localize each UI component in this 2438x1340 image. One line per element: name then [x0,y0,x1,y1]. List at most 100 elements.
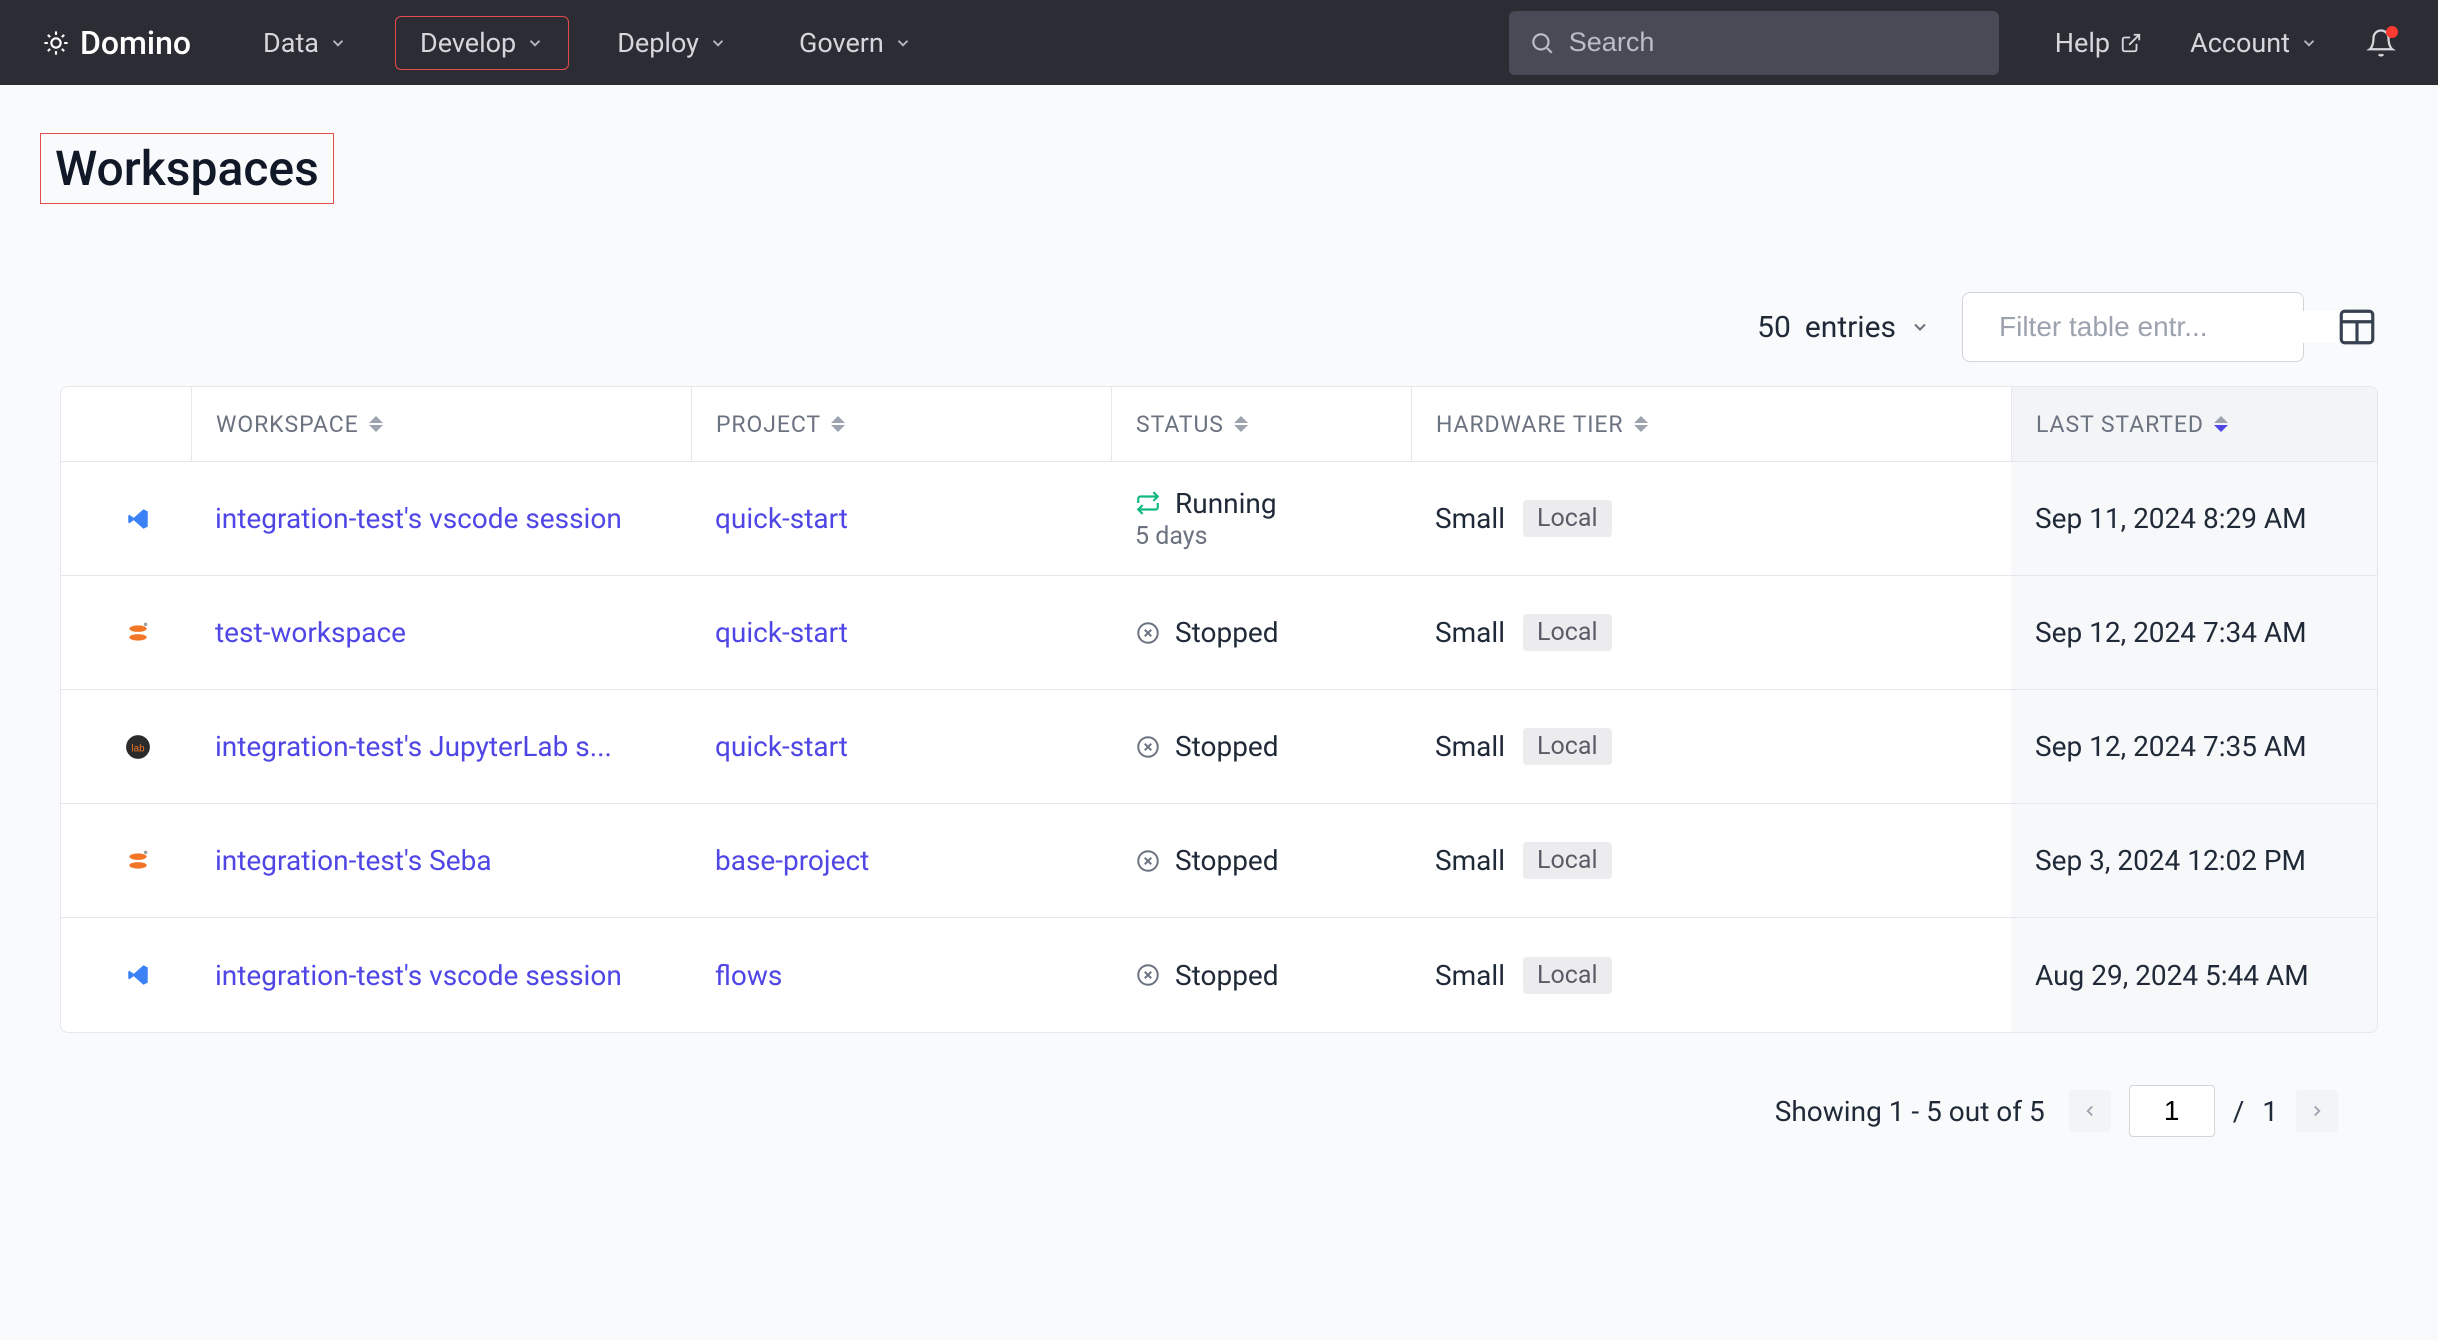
table-body: integration-test's vscode session quick-… [61,462,2377,1032]
help-link[interactable]: Help [2055,27,2142,59]
nav-item-label: Data [263,27,319,59]
th-last-started[interactable]: LAST STARTED [2011,387,2377,461]
th-label: PROJECT [716,411,821,438]
table-controls: 50 entries [40,292,2398,362]
account-link[interactable]: Account [2190,27,2318,59]
account-label: Account [2190,27,2290,59]
notifications-button[interactable] [2366,28,2396,58]
chevron-down-icon [709,34,727,52]
sort-icon [1234,416,1248,432]
brand[interactable]: Domino [42,24,191,62]
status-cell: Stopped [1111,918,1411,1032]
table-row: test-workspace quick-start Stopped Small… [61,576,2377,690]
nav-item-deploy[interactable]: Deploy [593,16,751,70]
workspace-cell: integration-test's vscode session [191,959,691,992]
page-sep: / [2233,1095,2245,1128]
help-label: Help [2055,27,2110,59]
workspace-link[interactable]: integration-test's JupyterLab s... [215,730,612,763]
status-text: Stopped [1175,730,1279,763]
th-project[interactable]: PROJECT [691,387,1111,461]
th-label: LAST STARTED [2036,411,2204,438]
hardware-tag: Local [1523,842,1612,879]
project-link[interactable]: quick-start [715,730,848,763]
entries-count: 50 [1757,310,1791,345]
top-navbar: Domino Data Develop Deploy Govern Help [0,0,2438,85]
workspace-type-icon [125,848,151,874]
stopped-icon [1135,848,1161,874]
status-text: Stopped [1175,844,1279,877]
stopped-icon [1135,620,1161,646]
layout-toggle[interactable] [2336,306,2378,348]
last-started-cell: Sep 11, 2024 8:29 AM [2011,462,2377,575]
chevron-down-icon [2300,34,2318,52]
nav-item-develop[interactable]: Develop [395,16,569,70]
row-icon-cell [61,462,191,575]
project-link[interactable]: quick-start [715,502,848,535]
filter-input[interactable] [1999,311,2360,343]
table-footer: Showing 1 - 5 out of 5 / 1 [40,1085,2398,1137]
running-icon [1135,490,1161,516]
entries-label: entries [1805,310,1896,345]
search-wrap [1509,11,1999,75]
status-cell: Stopped [1111,576,1411,689]
page-title: Workspaces [40,133,334,204]
search-box[interactable] [1509,11,1999,75]
hardware-tier: Small [1435,730,1505,763]
project-link[interactable]: flows [715,959,782,992]
hardware-cell: Small Local [1411,957,2011,994]
workspace-type-icon [125,620,151,646]
row-icon-cell [61,804,191,917]
main-content: Workspaces 50 entries WORKSPACE PROJECT [0,85,2438,1185]
status-cell: Stopped [1111,690,1411,803]
last-started-text: Sep 11, 2024 8:29 AM [2035,502,2307,535]
last-started-cell: Aug 29, 2024 5:44 AM [2011,918,2377,1032]
hardware-tier: Small [1435,502,1505,535]
search-input[interactable] [1569,27,1979,58]
nav-item-label: Govern [799,27,884,59]
th-status[interactable]: STATUS [1111,387,1411,461]
workspace-cell: integration-test's JupyterLab s... [191,730,691,763]
brand-icon [42,29,70,57]
filter-box[interactable] [1962,292,2304,362]
last-started-cell: Sep 12, 2024 7:34 AM [2011,576,2377,689]
project-cell: quick-start [691,616,1111,649]
table-header: WORKSPACE PROJECT STATUS HARDWARE TIER L… [61,387,2377,462]
last-started-text: Aug 29, 2024 5:44 AM [2035,959,2309,992]
project-cell: quick-start [691,502,1111,535]
sort-icon [831,416,845,432]
th-workspace[interactable]: WORKSPACE [191,387,691,461]
hardware-tag: Local [1523,957,1612,994]
row-icon-cell [61,576,191,689]
nav-item-data[interactable]: Data [239,16,371,70]
next-page-button[interactable] [2296,1090,2338,1132]
nav-item-govern[interactable]: Govern [775,16,936,70]
project-link[interactable]: base-project [715,844,869,877]
workspace-link[interactable]: integration-test's Seba [215,844,492,877]
hardware-cell: Small Local [1411,842,2011,879]
last-started-text: Sep 12, 2024 7:35 AM [2035,730,2307,763]
stopped-icon [1135,734,1161,760]
workspace-cell: integration-test's vscode session [191,502,691,535]
status-text: Stopped [1175,616,1279,649]
nav-item-label: Develop [420,27,516,59]
workspace-link[interactable]: test-workspace [215,616,406,649]
nav-items: Data Develop Deploy Govern [239,16,936,70]
entries-select[interactable]: 50 entries [1757,310,1930,345]
chevron-down-icon [526,34,544,52]
svg-text:lab: lab [131,743,145,754]
project-link[interactable]: quick-start [715,616,848,649]
prev-page-button[interactable] [2069,1090,2111,1132]
last-started-cell: Sep 12, 2024 7:35 AM [2011,690,2377,803]
row-icon-cell [61,918,191,1032]
th-hardware[interactable]: HARDWARE TIER [1411,387,2011,461]
nav-right: Help Account [2055,27,2396,59]
nav-item-label: Deploy [617,27,699,59]
page-input[interactable] [2129,1085,2215,1137]
workspace-link[interactable]: integration-test's vscode session [215,502,622,535]
workspace-link[interactable]: integration-test's vscode session [215,959,622,992]
sort-icon [369,416,383,432]
sort-icon [2214,416,2228,432]
workspace-cell: test-workspace [191,616,691,649]
sort-icon [1634,416,1648,432]
showing-text: Showing 1 - 5 out of 5 [1775,1095,2045,1128]
